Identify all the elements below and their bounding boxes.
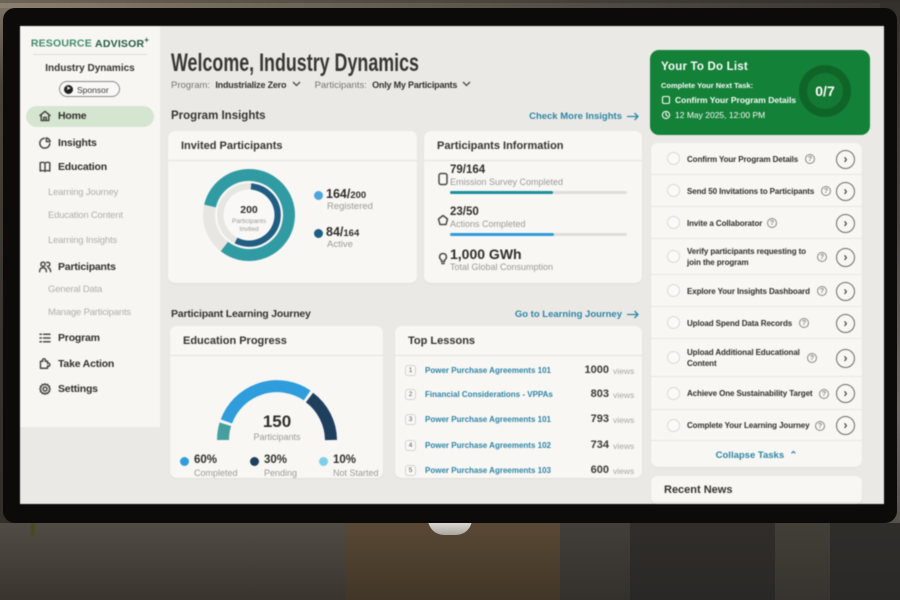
svg-text:200: 200 xyxy=(240,204,258,216)
svg-text:Participants: Participants xyxy=(232,218,267,225)
svg-text:Invited: Invited xyxy=(239,226,259,233)
svg-text:Welcome, Industry Dynamics: Welcome, Industry Dynamics xyxy=(171,50,419,77)
